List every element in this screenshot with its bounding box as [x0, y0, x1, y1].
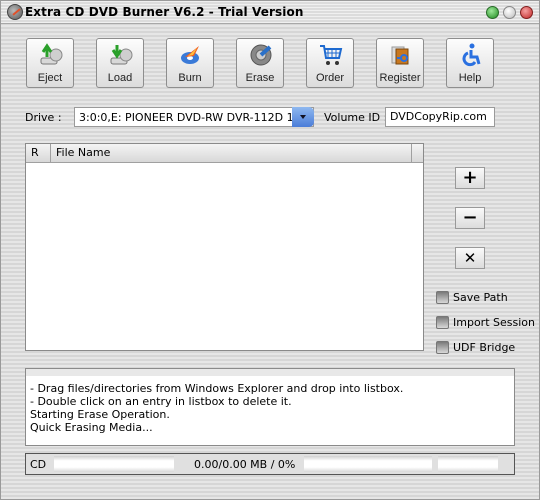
- status-bar: CD 0.00/0.00 MB / 0%: [25, 453, 515, 475]
- burn-button[interactable]: Burn: [166, 38, 214, 88]
- import-session-label[interactable]: Import Session: [453, 316, 535, 329]
- progress-bar-right: [304, 456, 432, 472]
- shopping-cart-icon: [320, 45, 343, 65]
- close-button[interactable]: [520, 6, 533, 19]
- udf-bridge-checkbox[interactable]: [436, 341, 449, 354]
- window-title: Extra CD DVD Burner V6.2 - Trial Version: [25, 5, 304, 19]
- column-header-r[interactable]: R: [26, 144, 51, 162]
- drive-label: Drive :: [25, 111, 62, 124]
- erase-disc-icon: [250, 44, 272, 66]
- chevron-down-icon[interactable]: [292, 107, 314, 127]
- column-header-file-name[interactable]: File Name: [52, 144, 412, 162]
- drive-select[interactable]: 3:0:0,E: PIONEER DVD-RW DVR-112D 1.09: [74, 107, 314, 127]
- maximize-button[interactable]: [503, 6, 516, 19]
- drive-select-value: 3:0:0,E: PIONEER DVD-RW DVR-112D 1.09: [79, 111, 312, 124]
- add-button[interactable]: +: [455, 167, 485, 189]
- register-key-icon: [391, 46, 409, 65]
- help-button[interactable]: Help: [446, 38, 494, 88]
- burn-disc-icon: [181, 46, 199, 64]
- media-type-label: CD: [30, 458, 47, 471]
- remove-button[interactable]: −: [455, 207, 485, 229]
- save-path-checkbox[interactable]: [436, 291, 449, 304]
- udf-bridge-label[interactable]: UDF Bridge: [453, 341, 515, 354]
- log-line: - Drag files/directories from Windows Ex…: [30, 382, 404, 395]
- progress-bar-extra: [438, 456, 498, 472]
- load-drive-icon: [110, 45, 133, 65]
- log-box[interactable]: - Drag files/directories from Windows Ex…: [25, 368, 515, 446]
- volume-id-input[interactable]: DVDCopyRip.com: [385, 107, 495, 127]
- clear-button[interactable]: ✕: [455, 247, 485, 269]
- volume-id-label: Volume ID :: [324, 111, 388, 124]
- list-header: R File Name: [26, 144, 423, 163]
- title-bar[interactable]: Extra CD DVD Burner V6.2 - Trial Version: [1, 1, 539, 24]
- progress-bar-left: [54, 456, 174, 472]
- main-window: Extra CD DVD Burner V6.2 - Trial Version…: [0, 0, 540, 500]
- log-header-strip: [26, 369, 514, 376]
- save-path-label[interactable]: Save Path: [453, 291, 508, 304]
- log-line: Quick Erasing Media...: [30, 421, 153, 434]
- file-listbox[interactable]: R File Name: [25, 143, 424, 351]
- log-lines: - Drag files/directories from Windows Ex…: [30, 382, 403, 434]
- eject-button[interactable]: Eject: [26, 38, 74, 88]
- log-line: - Double click on an entry in listbox to…: [30, 395, 292, 408]
- erase-button[interactable]: Erase: [236, 38, 284, 88]
- progress-text: 0.00/0.00 MB / 0%: [194, 458, 296, 471]
- import-session-checkbox[interactable]: [436, 316, 449, 329]
- log-line: Starting Erase Operation.: [30, 408, 170, 421]
- help-icon: [462, 43, 481, 67]
- eject-drive-icon: [40, 43, 63, 65]
- register-button[interactable]: Register: [376, 38, 424, 88]
- app-logo-icon: [7, 4, 23, 20]
- load-button[interactable]: Load: [96, 38, 144, 88]
- order-button[interactable]: Order: [306, 38, 354, 88]
- minimize-button[interactable]: [486, 6, 499, 19]
